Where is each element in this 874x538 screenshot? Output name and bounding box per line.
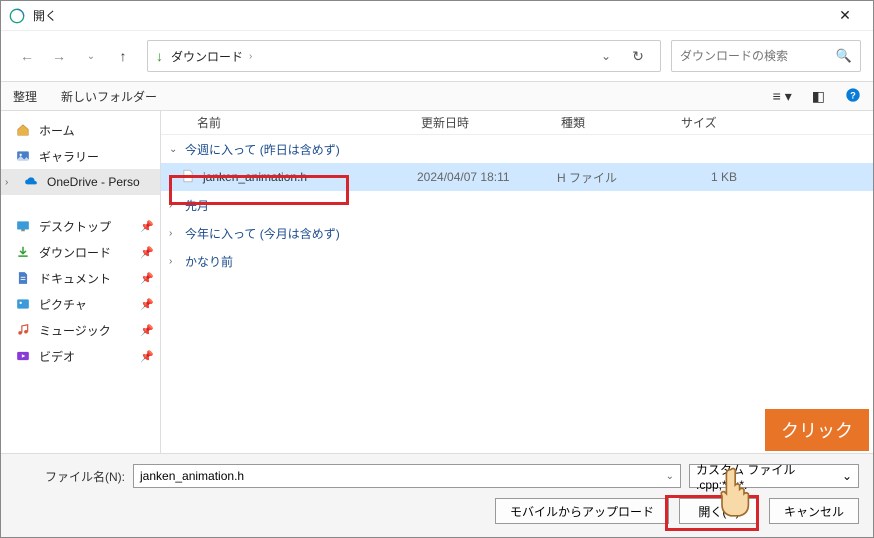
- sidebar-item-video[interactable]: ビデオ 📌: [1, 343, 160, 369]
- cancel-button[interactable]: キャンセル: [769, 498, 859, 524]
- breadcrumb[interactable]: ダウンロード: [171, 48, 243, 65]
- recent-dropdown[interactable]: ⌄: [77, 42, 105, 70]
- organize-menu[interactable]: 整理: [13, 88, 37, 105]
- sidebar-item-pictures[interactable]: ピクチャ 📌: [1, 291, 160, 317]
- search-bar[interactable]: 🔍: [671, 40, 861, 72]
- file-pane: 名前 更新日時 種類 サイズ ⌄ 今週に入って (昨日は含めず) janken_an…: [161, 111, 873, 453]
- help-icon[interactable]: ?: [845, 87, 861, 106]
- col-size[interactable]: サイズ: [681, 114, 741, 131]
- back-button[interactable]: ←: [13, 42, 41, 70]
- file-type: H ファイル: [557, 169, 677, 186]
- address-dropdown[interactable]: ⌄: [596, 49, 616, 63]
- pin-icon: 📌: [140, 324, 154, 337]
- filename-label: ファイル名(N):: [15, 468, 125, 485]
- sidebar-item-label: ドキュメント: [39, 270, 111, 287]
- refresh-button[interactable]: ↻: [624, 48, 652, 65]
- chevron-down-icon[interactable]: ⌄: [666, 471, 674, 482]
- document-icon: [15, 271, 31, 285]
- group-label: 今年に入って (今月は含めず): [185, 225, 340, 242]
- group-label: かなり前: [185, 253, 233, 270]
- file-group[interactable]: › かなり前: [161, 247, 873, 275]
- gallery-icon: [15, 149, 31, 163]
- pin-icon: 📌: [140, 220, 154, 233]
- sidebar: ホームギャラリー›OneDrive - Persoデスクトップ📌ダウンロード📌ド…: [1, 111, 161, 453]
- filename-value: janken_animation.h: [140, 469, 244, 483]
- download-icon: ↓: [156, 48, 163, 64]
- video-icon: [15, 349, 31, 363]
- filter-value: カスタム ファイル .cpp;*.c;*.: [696, 461, 842, 492]
- col-name[interactable]: 名前: [161, 114, 421, 131]
- sidebar-item-label: ミュージック: [39, 322, 111, 339]
- sidebar-item-document[interactable]: ドキュメント 📌: [1, 265, 160, 291]
- filename-input[interactable]: janken_animation.h ⌄: [133, 464, 681, 488]
- sidebar-item-music[interactable]: ミュージック 📌: [1, 317, 160, 343]
- chevron-down-icon: ⌄: [169, 144, 181, 155]
- file-icon: [181, 169, 197, 186]
- new-folder-button[interactable]: 新しいフォルダー: [61, 88, 157, 105]
- chevron-right-icon: ›: [249, 51, 252, 62]
- pin-icon: 📌: [140, 246, 154, 259]
- col-type[interactable]: 種類: [561, 114, 681, 131]
- window-title: 開く: [33, 7, 825, 24]
- group-label: 先月: [185, 197, 209, 214]
- preview-pane-icon[interactable]: ◧: [812, 88, 825, 105]
- chevron-right-icon[interactable]: ›: [5, 177, 15, 188]
- toolbar: 整理 新しいフォルダー ≡ ▾ ◧ ?: [1, 81, 873, 111]
- sidebar-item-home[interactable]: ホーム: [1, 117, 160, 143]
- mobile-upload-button[interactable]: モバイルからアップロード: [495, 498, 669, 524]
- annotation-callout: クリック: [765, 409, 869, 451]
- music-icon: [15, 323, 31, 337]
- col-date[interactable]: 更新日時: [421, 114, 561, 131]
- chevron-right-icon: ›: [169, 228, 181, 239]
- file-group[interactable]: › 今年に入って (今月は含めず): [161, 219, 873, 247]
- close-button[interactable]: ✕: [825, 2, 865, 30]
- sidebar-item-label: ダウンロード: [39, 244, 111, 261]
- file-filter-select[interactable]: カスタム ファイル .cpp;*.c;*. ⌄: [689, 464, 859, 488]
- download-icon: [15, 245, 31, 259]
- open-button[interactable]: 開く(O): [679, 498, 759, 524]
- sidebar-item-label: ホーム: [39, 122, 75, 139]
- footer: ファイル名(N): janken_animation.h ⌄ カスタム ファイル…: [1, 453, 873, 537]
- search-input[interactable]: [680, 49, 836, 63]
- chevron-down-icon[interactable]: ⌄: [842, 469, 852, 483]
- home-icon: [15, 123, 31, 137]
- nav-row: ← → ⌄ ↑ ↓ ダウンロード › ⌄ ↻ 🔍: [1, 31, 873, 81]
- file-name: janken_animation.h: [203, 170, 417, 184]
- column-headers: 名前 更新日時 種類 サイズ: [161, 111, 873, 135]
- file-list: ⌄ 今週に入って (昨日は含めず) janken_animation.h2024/0…: [161, 135, 873, 275]
- sidebar-item-label: ピクチャ: [39, 296, 87, 313]
- sidebar-item-label: ギャラリー: [39, 148, 99, 165]
- sidebar-item-onedrive[interactable]: › OneDrive - Perso: [1, 169, 160, 195]
- desktop-icon: [15, 219, 31, 233]
- file-size: 1 KB: [677, 170, 737, 184]
- sidebar-item-label: OneDrive - Perso: [47, 175, 140, 189]
- group-label: 今週に入って (昨日は含めず): [185, 141, 340, 158]
- up-button[interactable]: ↑: [109, 42, 137, 70]
- sidebar-item-desktop[interactable]: デスクトップ 📌: [1, 213, 160, 239]
- body-area: ホームギャラリー›OneDrive - Persoデスクトップ📌ダウンロード📌ド…: [1, 111, 873, 453]
- svg-text:?: ?: [850, 90, 856, 100]
- view-list-icon[interactable]: ≡ ▾: [773, 88, 792, 105]
- sidebar-item-label: デスクトップ: [39, 218, 111, 235]
- pictures-icon: [15, 297, 31, 311]
- pin-icon: 📌: [140, 298, 154, 311]
- file-row[interactable]: janken_animation.h2024/04/07 18:11H ファイル…: [161, 163, 873, 191]
- search-icon: 🔍: [836, 48, 852, 64]
- file-date: 2024/04/07 18:11: [417, 170, 557, 184]
- file-group[interactable]: › 先月: [161, 191, 873, 219]
- onedrive-icon: [23, 175, 39, 189]
- file-group[interactable]: ⌄ 今週に入って (昨日は含めず): [161, 135, 873, 163]
- chevron-right-icon: ›: [169, 256, 181, 267]
- app-icon: [9, 8, 25, 24]
- forward-button[interactable]: →: [45, 42, 73, 70]
- address-bar[interactable]: ↓ ダウンロード › ⌄ ↻: [147, 40, 661, 72]
- pin-icon: 📌: [140, 272, 154, 285]
- chevron-right-icon: ›: [169, 200, 181, 211]
- open-dialog: 開く ✕ ← → ⌄ ↑ ↓ ダウンロード › ⌄ ↻ 🔍 整理 新しいフォルダ…: [0, 0, 874, 538]
- sidebar-item-gallery[interactable]: ギャラリー: [1, 143, 160, 169]
- pin-icon: 📌: [140, 350, 154, 363]
- sidebar-item-download[interactable]: ダウンロード 📌: [1, 239, 160, 265]
- sidebar-item-label: ビデオ: [39, 348, 75, 365]
- titlebar: 開く ✕: [1, 1, 873, 31]
